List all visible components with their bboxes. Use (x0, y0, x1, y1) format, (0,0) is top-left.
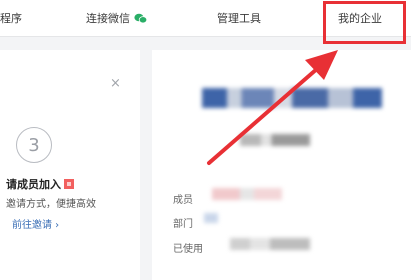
go-invite-link[interactable]: 前往邀请 › (12, 216, 59, 231)
enterprise-info-panel: 成员 部门 已使用 (152, 50, 411, 280)
invite-description: 邀请方式，便捷高效 (6, 199, 96, 210)
blurred-dept-value (204, 213, 218, 223)
nav-connect-wechat-label: 连接微信 (86, 12, 130, 25)
close-icon[interactable]: × (110, 76, 121, 91)
invite-title: 请成员加入 (6, 176, 74, 192)
highlight-box (323, 1, 406, 44)
step-number-circle: 3 (16, 127, 52, 163)
member-label: 成员 (173, 195, 193, 206)
nav-management-tools[interactable]: 管理工具 (217, 10, 261, 26)
nav-miniprogram[interactable]: 程序 (0, 10, 22, 26)
new-badge-icon (64, 179, 74, 189)
step-number: 3 (28, 134, 40, 156)
blurred-member-value (212, 188, 282, 200)
blurred-used-value (230, 238, 310, 250)
invite-member-card: × 3 请成员加入 邀请方式，便捷高效 前往邀请 › (0, 50, 140, 280)
blurred-enterprise-name (202, 88, 382, 108)
wechat-icon (134, 13, 147, 23)
nav-connect-wechat[interactable]: 连接微信 (86, 10, 147, 26)
invite-title-text: 请成员加入 (6, 178, 61, 191)
department-label: 部门 (173, 219, 193, 230)
blurred-enterprise-subtitle (240, 134, 310, 146)
used-label: 已使用 (173, 244, 203, 255)
